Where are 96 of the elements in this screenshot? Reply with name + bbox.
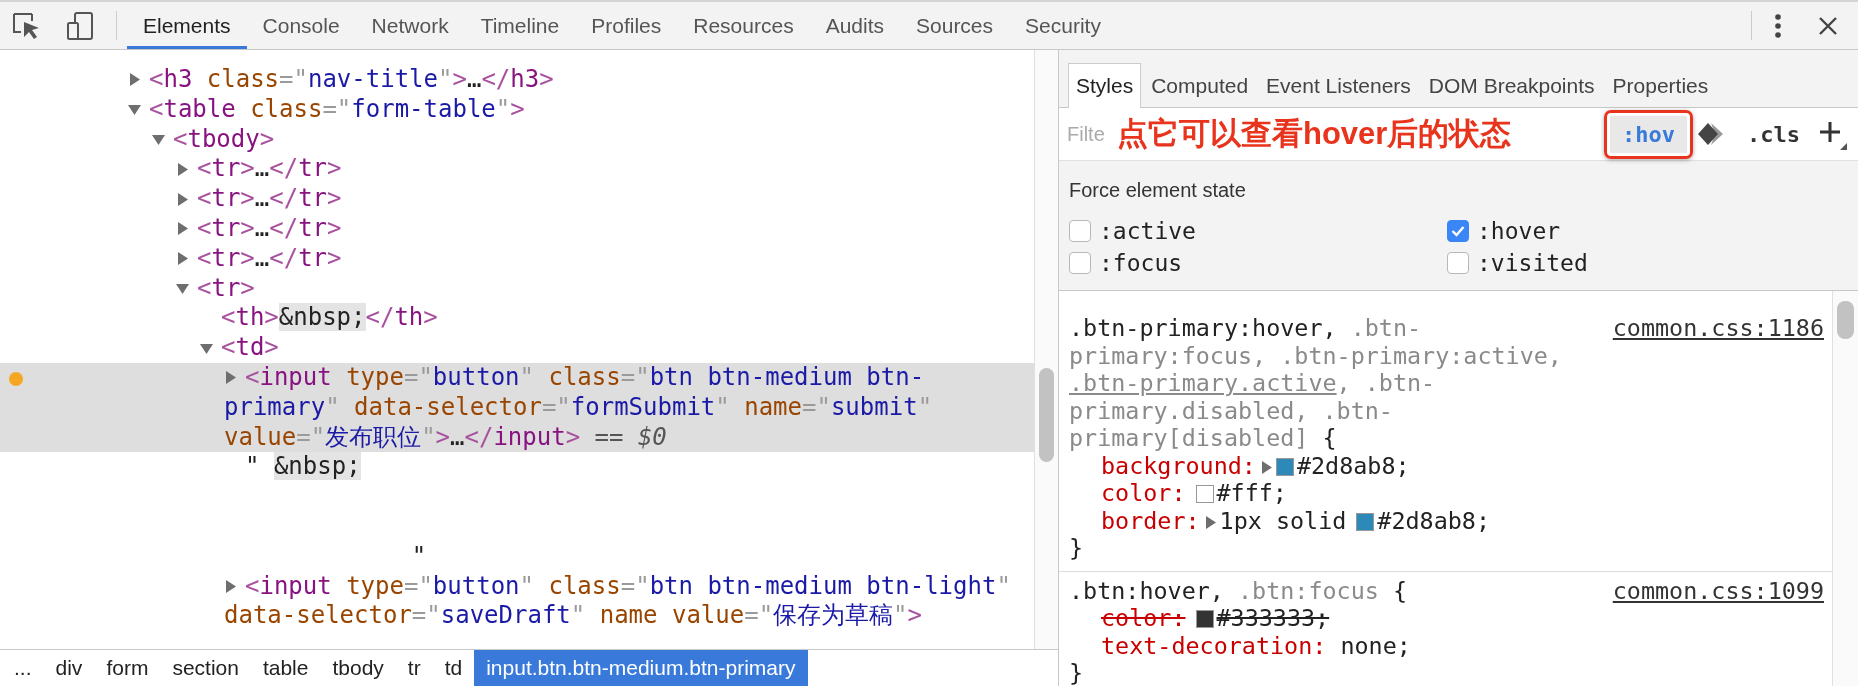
scrollbar-thumb[interactable] [1837, 301, 1854, 339]
breakpoint-dot[interactable] [9, 371, 23, 386]
annotation-text: 点它可以查看hover后的状态 [1117, 115, 1512, 153]
panel-tab[interactable]: Console [246, 2, 356, 49]
panel-tab[interactable]: Audits [809, 2, 900, 49]
sidebar-tab[interactable]: DOM Breakpoints [1420, 63, 1603, 108]
property-name[interactable]: text-decoration: [1101, 631, 1327, 660]
color-swatch[interactable] [1356, 512, 1375, 531]
dom-node[interactable]: <tr>…</tr> [176, 214, 1028, 244]
breadcrumb[interactable]: section [160, 650, 251, 686]
dom-tree-row[interactable]: <td> [0, 333, 1034, 363]
color-swatch[interactable] [1195, 485, 1214, 503]
panel-tab[interactable]: Resources [677, 2, 810, 49]
dom-node[interactable]: <tr>…</tr> [176, 243, 1028, 274]
property-name[interactable]: color: [1101, 479, 1186, 507]
dom-node[interactable]: <tr> [176, 273, 1028, 304]
sidebar-tab[interactable]: Event Listeners [1258, 63, 1419, 108]
breadcrumb[interactable]: form [94, 650, 161, 686]
breadcrumb[interactable]: ... [2, 650, 44, 686]
breadcrumb[interactable]: div [43, 650, 95, 686]
css-selector-list: .btn-primary:hover, .btn-primary:focus, .btn-primary:active, .btn-primary.active, .btn-primary.disabled, .btn-primary[disabled] { [1069, 315, 1603, 453]
expand-arrow-icon[interactable] [128, 103, 141, 117]
expand-arrow-icon[interactable] [176, 222, 189, 236]
property-value[interactable]: 1px solid [1219, 506, 1347, 535]
expand-arrow-icon[interactable] [176, 162, 189, 176]
checkbox[interactable] [1069, 252, 1091, 274]
expand-arrow-icon[interactable] [176, 192, 189, 206]
expand-arrow-icon[interactable] [176, 252, 189, 266]
close-icon[interactable] [1818, 15, 1838, 36]
rule-brace: } [1069, 660, 1085, 686]
property-name[interactable]: border: [1101, 506, 1200, 535]
property-name[interactable]: color: [1101, 604, 1186, 632]
checkbox[interactable] [1447, 220, 1469, 242]
panel-tab[interactable]: Profiles [575, 2, 678, 49]
breadcrumb[interactable]: tr [395, 650, 433, 686]
expand-arrow-icon[interactable] [128, 73, 141, 87]
state-label: :hover [1477, 218, 1561, 244]
dom-tree-row[interactable]: <tr> [0, 273, 1034, 304]
rule-brace: } [1069, 535, 1085, 563]
dom-tree-row[interactable]: <tr>…</tr> [0, 184, 1034, 214]
sidebar-tab[interactable]: Computed [1143, 63, 1257, 108]
breadcrumb[interactable]: input.btn.btn-medium.btn-primary [474, 650, 808, 686]
dom-node[interactable]: <tr>…</tr> [176, 184, 1028, 214]
source-link[interactable]: common.css:1186 [1612, 315, 1824, 343]
expand-arrow-icon[interactable] [1259, 460, 1273, 474]
cls-button[interactable]: .cls [1733, 115, 1814, 153]
property-value[interactable]: #fff; [1216, 479, 1287, 507]
dom-node[interactable]: <td> [200, 333, 1028, 363]
checkbox[interactable] [1447, 252, 1469, 274]
color-swatch[interactable] [1195, 610, 1214, 628]
state-label: :focus [1099, 250, 1183, 276]
property-name[interactable]: background: [1101, 451, 1256, 480]
dom-node[interactable]: <input type="button" class="btn btn-medium btn-light" data-selector="saveDraft" name value="保存为草稿"> [224, 571, 1028, 632]
panel-tab[interactable]: Network [355, 2, 465, 49]
dom-tree-row[interactable]: <tr>…</tr> [0, 154, 1034, 185]
checkbox[interactable] [1069, 220, 1091, 242]
device-icon[interactable] [66, 10, 94, 41]
dom-tree-row[interactable]: <tbody> [0, 124, 1034, 155]
expand-arrow-icon[interactable] [1203, 515, 1217, 529]
expand-arrow-icon[interactable] [224, 371, 237, 385]
expand-arrow-icon[interactable] [200, 341, 213, 355]
expand-arrow-icon[interactable] [176, 281, 189, 295]
dom-node[interactable]: " &nbsp; " [224, 452, 1028, 572]
color-swatch[interactable] [1275, 457, 1294, 476]
css-selector-list: .btn:hover, .btn:focus { [1069, 577, 1603, 605]
expand-arrow-icon[interactable] [224, 579, 237, 593]
source-link[interactable]: common.css:1099 [1612, 577, 1824, 605]
property-value[interactable]: none; [1326, 631, 1411, 660]
state-label: :active [1099, 218, 1196, 244]
dom-node[interactable]: <tr>…</tr> [176, 154, 1028, 185]
sidebar-tab[interactable]: Styles [1068, 63, 1142, 108]
property-value[interactable]: #2d8ab8; [1377, 506, 1490, 535]
panel-tab[interactable]: Timeline [464, 2, 576, 49]
checkmark-icon[interactable] [1451, 225, 1465, 237]
dom-tree-row[interactable]: <tr>…</tr> [0, 243, 1034, 274]
dom-node[interactable]: <input type="button" class="btn btn-medium btn-primary" data-selector="formSubmit" name="submit" value="发布职位">…</input> == $0 [224, 362, 1028, 453]
sidebar-tab[interactable]: Properties [1604, 63, 1717, 108]
dom-node[interactable]: <th>&nbsp;</th> [200, 303, 1028, 334]
panel-tab[interactable]: Security [1009, 2, 1117, 49]
more-options-icon[interactable] [1774, 12, 1782, 39]
breadcrumb[interactable]: tbody [320, 650, 396, 686]
panel-tab[interactable]: Sources [900, 2, 1010, 49]
dom-tree-row[interactable]: <input type="button" class="btn btn-medium btn-light" data-selector="saveDraft" name value="保存为草稿"> [0, 571, 1034, 632]
expand-arrow-icon[interactable] [152, 133, 165, 146]
scrollbar-thumb[interactable] [1039, 368, 1054, 462]
property-value[interactable]: #333333; [1216, 604, 1330, 632]
property-value[interactable]: #2d8ab8; [1296, 451, 1410, 480]
breadcrumb[interactable]: table [250, 650, 321, 686]
dom-node[interactable]: <tbody> [152, 124, 1028, 155]
dom-tree-row[interactable]: " &nbsp; " [0, 452, 1034, 572]
breadcrumb[interactable]: td [432, 650, 475, 686]
dom-tree-row[interactable]: <input type="button" class="btn btn-medium btn-primary" data-selector="formSubmit" name="submit" value="发布职位">…</input> == $0 [0, 362, 1034, 453]
state-label: :visited [1477, 250, 1588, 276]
dom-tree-row[interactable]: <th>&nbsp;</th> [0, 303, 1034, 334]
dom-tree-row[interactable]: <tr>…</tr> [0, 214, 1034, 244]
section-title: Force element state [1069, 179, 1247, 202]
